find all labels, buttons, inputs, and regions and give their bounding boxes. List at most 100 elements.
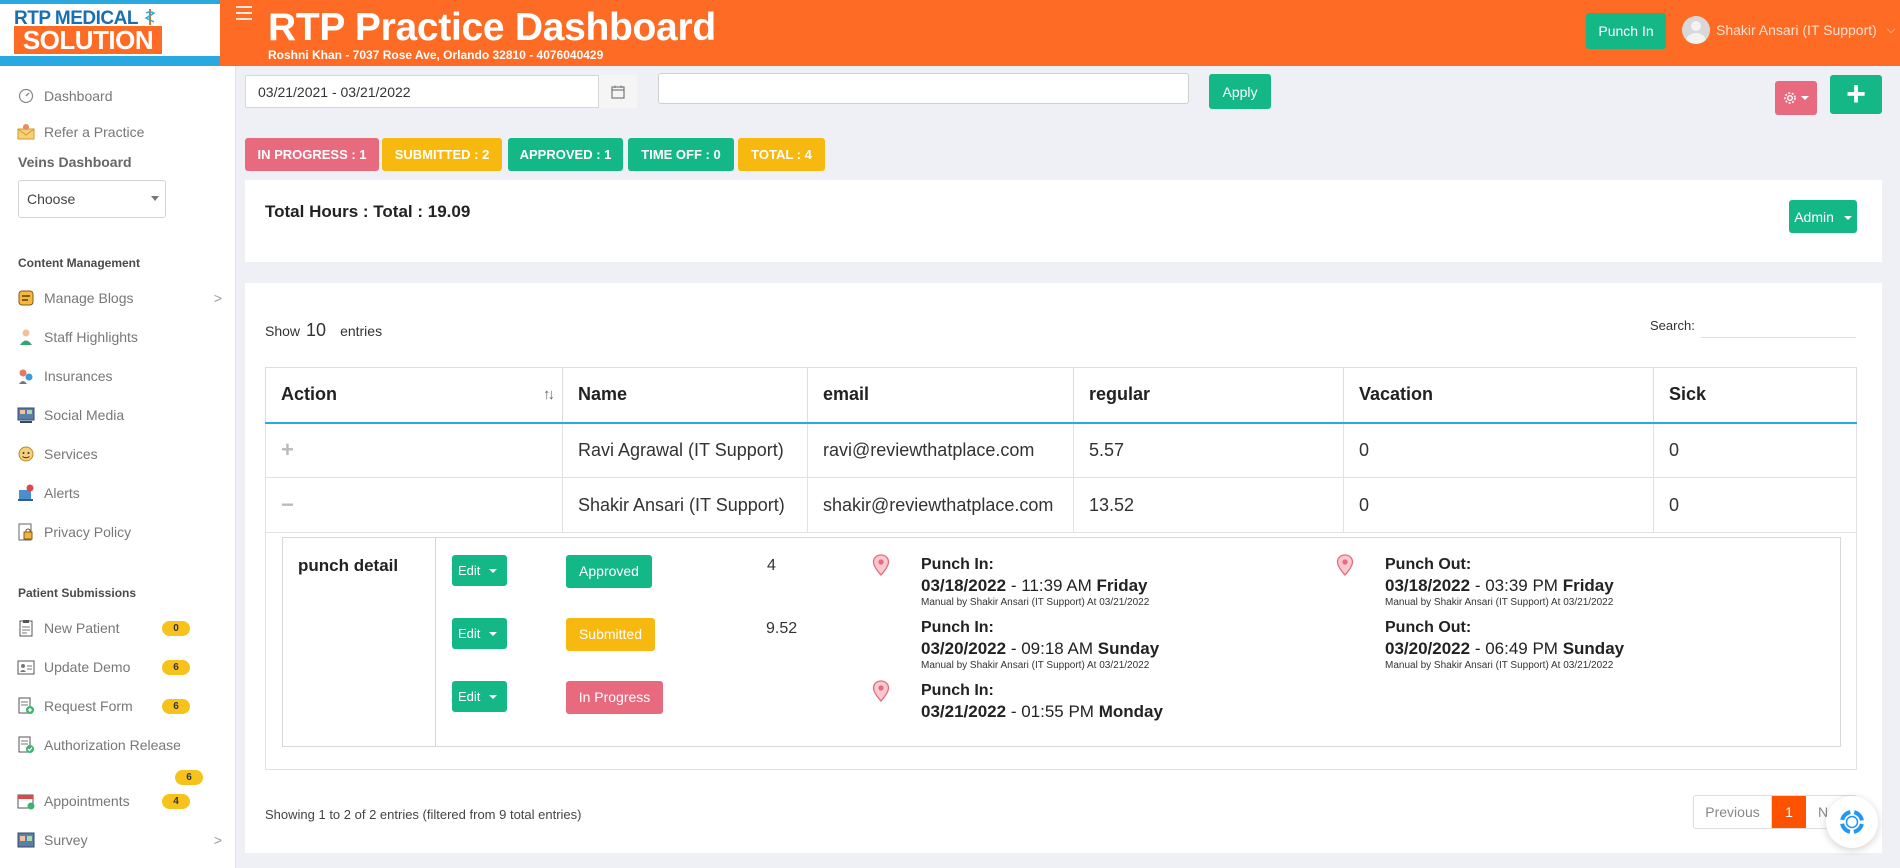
punch-out-title: Punch Out: xyxy=(1385,556,1472,573)
map-pin-icon[interactable] xyxy=(872,680,890,702)
column-header-regular[interactable]: regular xyxy=(1073,367,1344,424)
edit-dropdown-button[interactable]: Edit xyxy=(452,681,507,712)
punch-out-title: Punch Out: xyxy=(1385,619,1472,636)
calendar-button[interactable] xyxy=(598,75,637,108)
collapse-row-icon[interactable]: − xyxy=(281,492,294,517)
timesheet-table: Action ↑↓ Name email regular Vacation Si… xyxy=(265,367,1857,533)
punch-in-block: Punch In: 03/18/2022 - 11:39 AM Friday M… xyxy=(921,556,1149,608)
status-pill-approved[interactable]: APPROVED : 1 xyxy=(508,138,623,171)
logo-text-bottom: SOLUTION xyxy=(14,26,162,54)
expanded-row-detail: punch detail Edit Approved 4 Punch In: 0… xyxy=(265,522,1857,770)
sidebar-item-alerts[interactable]: Alerts xyxy=(16,483,222,503)
privacy-lock-icon xyxy=(16,522,36,542)
timesheet-table-card: Show 10 entries Search: Action ↑↓ Name e… xyxy=(245,283,1882,853)
entries-label: entries xyxy=(340,323,383,339)
column-header-email[interactable]: email xyxy=(807,367,1074,424)
map-pin-icon[interactable] xyxy=(1336,554,1354,576)
services-icon xyxy=(16,444,36,464)
gear-icon xyxy=(1784,92,1796,104)
practice-address: Roshni Khan - 7037 Rose Ave, Orlando 328… xyxy=(268,48,604,62)
sidebar-item-staff-highlights[interactable]: Staff Highlights xyxy=(16,327,222,347)
column-header-sick[interactable]: Sick xyxy=(1653,367,1857,424)
add-button[interactable]: + xyxy=(1830,75,1882,114)
punch-in-block: Punch In: 03/21/2022 - 01:55 PM Monday xyxy=(921,682,1163,722)
punch-hours: 9.52 xyxy=(766,620,798,637)
map-pin-icon[interactable] xyxy=(872,554,890,576)
table-info: Showing 1 to 2 of 2 entries (filtered fr… xyxy=(265,807,582,822)
column-header-name[interactable]: Name xyxy=(562,367,808,424)
status-pill-time-off[interactable]: TIME OFF : 0 xyxy=(628,138,734,171)
page-size-select[interactable]: 10 xyxy=(306,320,326,341)
sidebar-item-dashboard[interactable]: Dashboard xyxy=(16,86,222,106)
punch-in-datetime: 03/18/2022 - 11:39 AM Friday xyxy=(921,576,1148,595)
sidebar-item-label: Staff Highlights xyxy=(44,329,138,345)
admin-dropdown-button[interactable]: Admin xyxy=(1789,200,1857,233)
count-badge: 6 xyxy=(162,659,190,675)
select-value: Choose xyxy=(27,191,76,207)
sidebar-item-label: Alerts xyxy=(44,485,80,501)
punch-in-button[interactable]: Punch In xyxy=(1586,13,1666,49)
veins-dashboard-heading: Veins Dashboard xyxy=(18,154,132,170)
settings-dropdown-button[interactable] xyxy=(1775,81,1817,115)
caret-down-icon xyxy=(489,568,498,573)
punch-detail-label: punch detail xyxy=(283,538,436,746)
date-range-input[interactable]: 03/21/2021 - 03/21/2022 xyxy=(245,75,637,108)
sidebar-item-label: Update Demo xyxy=(44,659,131,675)
punch-in-note: Manual by Shakir Ansari (IT Support) At … xyxy=(921,660,1150,671)
sidebar-item-manage-blogs[interactable]: Manage Blogs > xyxy=(16,288,222,308)
page-size-control: Show 10 entries xyxy=(265,320,382,341)
status-pill-submitted[interactable]: SUBMITTED : 2 xyxy=(382,138,502,171)
punch-in-note: Manual by Shakir Ansari (IT Support) At … xyxy=(921,597,1150,608)
logo[interactable]: RTP MEDICAL SOLUTION xyxy=(0,0,220,66)
sort-icon[interactable]: ↑↓ xyxy=(543,386,555,403)
calendar-icon xyxy=(611,85,625,99)
punch-detail-box: punch detail Edit Approved 4 Punch In: 0… xyxy=(282,537,1841,747)
calendar-icon xyxy=(16,791,36,811)
logo-stripe-bottom xyxy=(0,56,220,66)
sidebar-item-label: Survey xyxy=(44,832,88,848)
status-pill-in-progress[interactable]: IN PROGRESS : 1 xyxy=(245,138,379,171)
logo-stripe-top xyxy=(0,0,220,4)
punch-in-datetime: 03/21/2022 - 01:55 PM Monday xyxy=(921,702,1163,721)
status-pill-total[interactable]: TOTAL : 4 xyxy=(738,138,825,171)
edit-dropdown-button[interactable]: Edit xyxy=(452,555,507,586)
survey-icon xyxy=(16,830,36,850)
chevron-right-icon: > xyxy=(213,290,222,306)
chevron-right-icon: > xyxy=(213,832,222,848)
sidebar-item-insurances[interactable]: Insurances xyxy=(16,366,222,386)
user-menu[interactable]: Shakir Ansari (IT Support) ⌵ xyxy=(1682,16,1895,44)
veins-dashboard-select[interactable]: Choose xyxy=(18,180,166,218)
clipboard-icon xyxy=(16,618,36,638)
apply-button[interactable]: Apply xyxy=(1209,74,1271,109)
column-header-vacation[interactable]: Vacation xyxy=(1343,367,1654,424)
sidebar-item-appointments[interactable]: Appointments 4 xyxy=(16,791,222,811)
table-row: + Ravi Agrawal (IT Support) ravi@reviewt… xyxy=(265,422,1857,478)
sidebar-item-label: Refer a Practice xyxy=(44,124,145,140)
pagination-page-1[interactable]: 1 xyxy=(1772,796,1806,828)
sidebar-item-label: Manage Blogs xyxy=(44,290,134,306)
pagination-previous[interactable]: Previous xyxy=(1694,796,1772,828)
sidebar-item-services[interactable]: Services xyxy=(16,444,222,464)
sidebar-item-update-demo[interactable]: Update Demo 6 xyxy=(16,657,222,677)
filter-search-input[interactable] xyxy=(658,73,1189,104)
sidebar-item-survey[interactable]: Survey > xyxy=(16,830,222,850)
sidebar: Dashboard Refer a Practice Veins Dashboa… xyxy=(0,66,236,868)
column-header-action[interactable]: Action ↑↓ xyxy=(265,367,563,424)
sidebar-item-label: Social Media xyxy=(44,407,125,423)
sidebar-item-authorization-release[interactable]: Authorization Release xyxy=(16,735,222,755)
punch-in-block: Punch In: 03/20/2022 - 09:18 AM Sunday M… xyxy=(921,619,1159,671)
punch-out-block: Punch Out: 03/20/2022 - 06:49 PM Sunday … xyxy=(1385,619,1624,671)
punch-in-title: Punch In: xyxy=(921,619,994,636)
sidebar-item-refer-practice[interactable]: Refer a Practice xyxy=(16,122,222,142)
menu-toggle-icon[interactable] xyxy=(236,6,252,20)
sidebar-item-new-patient[interactable]: New Patient 0 xyxy=(16,618,222,638)
sidebar-item-request-form[interactable]: Request Form 6 xyxy=(16,696,222,716)
table-search-input[interactable] xyxy=(1701,314,1856,338)
sidebar-item-privacy-policy[interactable]: Privacy Policy xyxy=(16,522,222,542)
edit-dropdown-button[interactable]: Edit xyxy=(452,618,507,649)
chevron-down-icon: ⌵ xyxy=(1886,23,1896,36)
expand-row-icon[interactable]: + xyxy=(281,437,294,462)
help-button[interactable] xyxy=(1826,796,1878,848)
blog-icon xyxy=(16,288,36,308)
sidebar-item-social-media[interactable]: Social Media xyxy=(16,405,222,425)
